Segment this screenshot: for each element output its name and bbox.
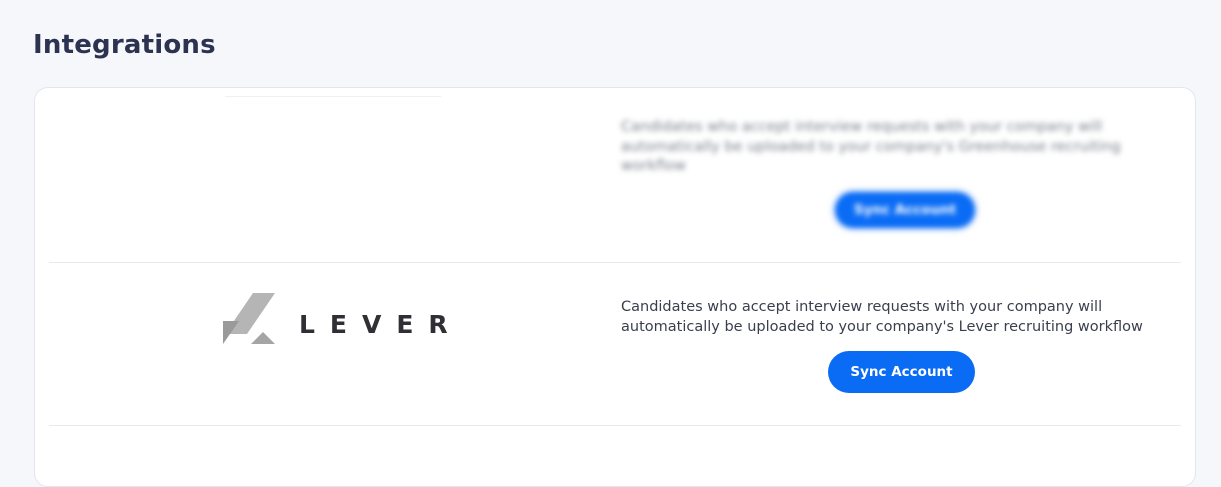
integration-row-greenhouse: Candidates who accept interview requests… (49, 88, 1181, 262)
integration-row-lever: LEVER Candidates who accept interview re… (49, 263, 1181, 425)
integrations-card: Candidates who accept interview requests… (34, 87, 1196, 487)
lever-logo-text: LEVER (299, 310, 463, 339)
lever-sync-account-button[interactable]: Sync Account (828, 351, 975, 393)
lever-description: Candidates who accept interview requests… (621, 299, 1143, 335)
page-title: Integrations (33, 30, 216, 60)
lever-logo: LEVER (223, 291, 453, 351)
lever-logo-icon (223, 293, 275, 344)
greenhouse-description: Candidates who accept interview requests… (621, 119, 1121, 174)
greenhouse-sync-account-button[interactable]: Sync Account (835, 192, 975, 228)
row-divider (49, 425, 1181, 426)
